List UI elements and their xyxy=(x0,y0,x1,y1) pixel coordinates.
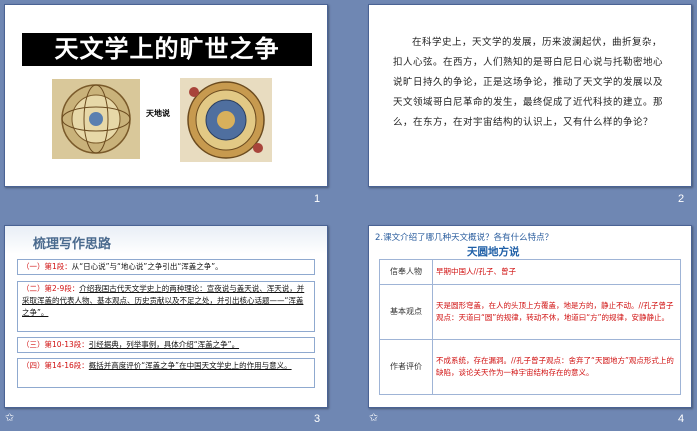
intro-paragraph: 在科学史上，天文学的发展，历来波澜起伏，曲折复杂，扣人心弦。在西方，人们熟知的是… xyxy=(393,37,664,128)
outline-row: （四）第14-16段：概括并高度评价“浑盖之争”在中国天文学史上的作用与意义。 xyxy=(17,358,315,388)
slide-number: 2 xyxy=(678,193,685,205)
table-key: 信奉人物 xyxy=(379,259,433,285)
section-heading: 天圆地方说 xyxy=(467,246,520,258)
table-row: 信奉人物 早期中国人//孔子、曾子 xyxy=(379,259,681,285)
slide-3-thumbnail[interactable]: 梳理写作思路 （一）第1段：从“日心说”与“地心说”之争引出“浑盖之争”。 （二… xyxy=(4,225,328,408)
transition-star-icon[interactable]: ✩ xyxy=(5,411,14,424)
row-text: 概括并高度评价“浑盖之争”在中国天文学史上的作用与意义。 xyxy=(88,361,292,370)
row-label: （四）第14-16段： xyxy=(22,361,89,370)
slide-1-thumbnail[interactable]: 天文学上的旷世之争 天地说 xyxy=(4,4,328,187)
table-key: 基本观点 xyxy=(379,283,433,340)
slide-number: 4 xyxy=(678,413,685,425)
slide-number: 1 xyxy=(314,193,321,205)
table-key: 作者评价 xyxy=(379,338,433,396)
row-label: （一）第1段： xyxy=(22,262,72,271)
theory-table: 信奉人物 早期中国人//孔子、曾子 基本观点 天是圆形穹盖，在人的头顶上方覆盖，… xyxy=(379,259,681,396)
table-row: 作者评价 不成系统，存在漏洞。//孔子曾子观点：舍弃了“天圆地方”观点形式上的缺… xyxy=(379,338,681,396)
slide-title: 梳理写作思路 xyxy=(33,237,112,252)
table-value: 不成系统，存在漏洞。//孔子曾子观点：舍弃了“天圆地方”观点形式上的缺陷，谈论关… xyxy=(432,338,681,396)
outline-row: （三）第10-13段：引经据典，列举事例，具体介绍“浑盖之争”。 xyxy=(17,337,315,353)
slide-2-thumbnail[interactable]: 在科学史上，天文学的发展，历来波澜起伏，曲折复杂，扣人心弦。在西方，人们熟知的是… xyxy=(368,4,692,187)
cosmos-diagram-image xyxy=(180,78,272,162)
row-label: （三）第10-13段： xyxy=(22,340,89,349)
table-value: 早期中国人//孔子、曾子 xyxy=(432,259,681,285)
question-text: 2.课文介绍了哪几种天文概说？各有什么特点？ xyxy=(375,233,554,243)
row-label: （二）第2-9段： xyxy=(22,284,80,293)
versus-label: 天地说 xyxy=(146,109,170,118)
row-text: 引经据典，列举事例，具体介绍“浑盖之争”。 xyxy=(88,340,240,349)
outline-row: （二）第2-9段：介绍我国古代天文学史上的两种理论：宣夜说与盖天说、浑天说，并采… xyxy=(17,281,315,332)
outline-row: （一）第1段：从“日心说”与“地心说”之争引出“浑盖之争”。 xyxy=(17,259,315,275)
table-value: 天是圆形穹盖，在人的头顶上方覆盖，地是方的，静止不动。//孔子曾子观点：天道曰“… xyxy=(432,283,681,340)
table-row: 基本观点 天是圆形穹盖，在人的头顶上方覆盖，地是方的，静止不动。//孔子曾子观点… xyxy=(379,283,681,340)
transition-star-icon[interactable]: ✩ xyxy=(369,411,378,424)
celestial-map-image xyxy=(52,79,140,159)
slide-4-thumbnail[interactable]: 2.课文介绍了哪几种天文概说？各有什么特点？ 天圆地方说 信奉人物 早期中国人/… xyxy=(368,225,692,408)
slide-title: 天文学上的旷世之争 xyxy=(22,33,312,66)
row-text: 从“日心说”与“地心说”之争引出“浑盖之争”。 xyxy=(71,262,223,271)
slide-number: 3 xyxy=(314,413,321,425)
